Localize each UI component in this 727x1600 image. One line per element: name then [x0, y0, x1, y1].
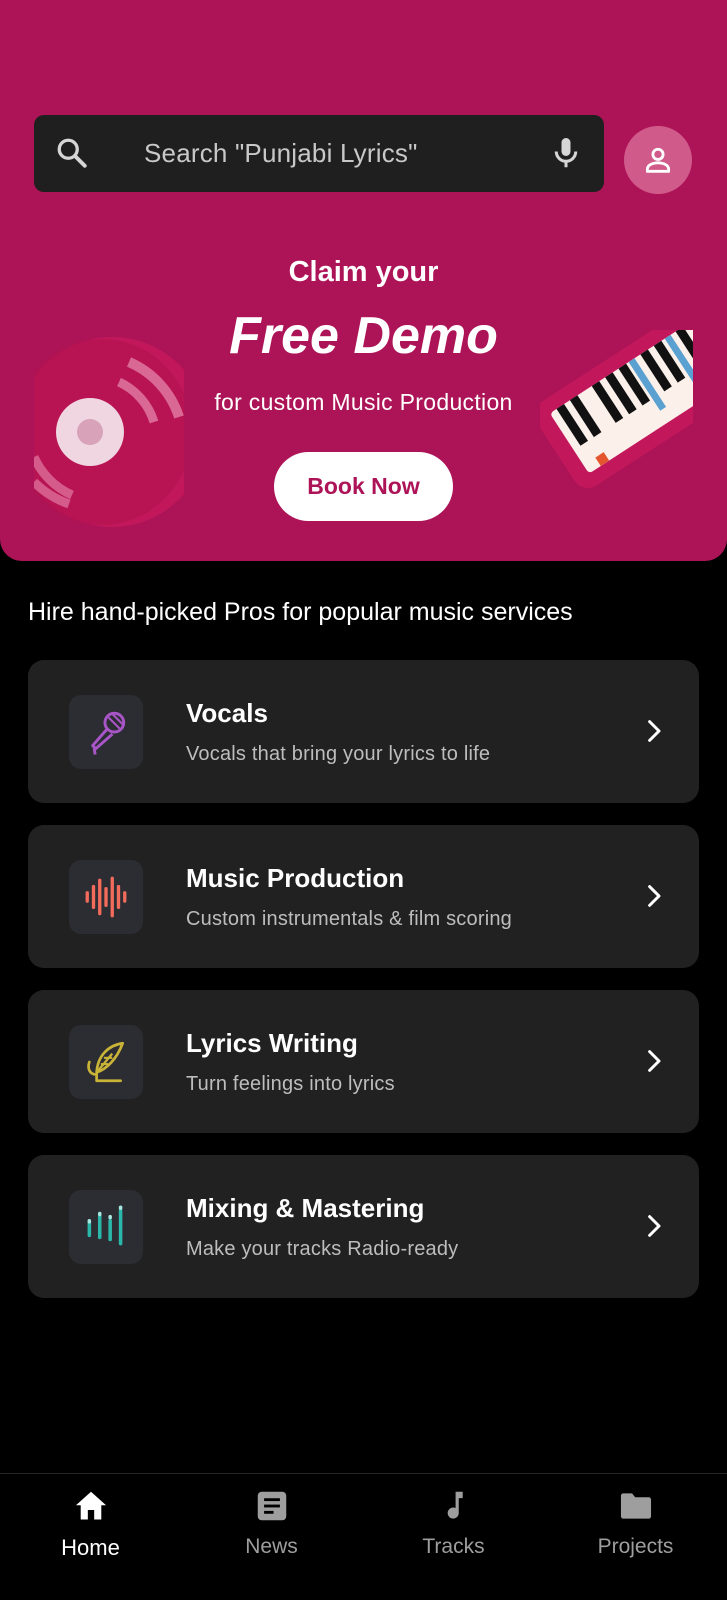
home-screen: Search "Punjabi Lyrics" Claim your Free …	[0, 0, 727, 1600]
service-title: Mixing & Mastering	[186, 1193, 425, 1223]
nav-label: Projects	[597, 1535, 674, 1558]
folder-icon	[620, 1493, 651, 1519]
section-title: Hire hand-picked Pros for popular music …	[28, 598, 573, 626]
nav-label: News	[245, 1535, 298, 1558]
chevron-right-icon	[648, 885, 661, 907]
quill-icon	[87, 1041, 125, 1083]
chevron-right-icon	[648, 1050, 661, 1072]
nav-label: Home	[61, 1535, 120, 1560]
service-card-lyrics-writing[interactable]: Lyrics Writing Turn feelings into lyrics	[28, 990, 699, 1133]
nav-item-news[interactable]: News	[181, 1474, 362, 1600]
nav-item-home[interactable]: Home	[0, 1474, 181, 1600]
service-icon-box	[69, 1190, 143, 1264]
bottom-navigation: Home News Tracks Projects	[0, 1473, 727, 1600]
home-icon	[75, 1491, 106, 1520]
service-title: Music Production	[186, 863, 405, 893]
search-bar[interactable]: Search "Punjabi Lyrics"	[34, 115, 604, 192]
hero-title: Free Demo	[229, 307, 498, 365]
service-icon-box	[69, 695, 143, 769]
news-icon	[257, 1491, 286, 1521]
service-subtitle: Vocals that bring your lyrics to life	[186, 743, 491, 765]
microphone-icon	[91, 711, 126, 755]
service-title: Vocals	[186, 698, 268, 728]
service-icon-box	[69, 1025, 143, 1099]
book-now-button[interactable]: Book Now	[274, 452, 453, 521]
chevron-right-icon	[648, 1215, 661, 1237]
search-input[interactable]: Search "Punjabi Lyrics"	[144, 115, 418, 192]
music-note-icon	[447, 1491, 463, 1519]
search-icon	[57, 138, 87, 168]
hero-banner: Search "Punjabi Lyrics" Claim your Free …	[0, 0, 727, 561]
hero-subtitle: for custom Music Production	[214, 389, 513, 415]
service-icon-box	[69, 860, 143, 934]
hero-eyebrow: Claim your	[288, 256, 439, 288]
service-title: Lyrics Writing	[186, 1028, 358, 1058]
service-subtitle: Turn feelings into lyrics	[186, 1073, 395, 1095]
profile-button[interactable]	[624, 126, 692, 194]
person-icon	[645, 147, 671, 173]
nav-label: Tracks	[422, 1535, 485, 1558]
service-card-mixing-mastering[interactable]: Mixing & Mastering Make your tracks Radi…	[28, 1155, 699, 1298]
mixer-icon	[87, 1205, 123, 1246]
service-subtitle: Make your tracks Radio-ready	[186, 1238, 459, 1260]
nav-item-projects[interactable]: Projects	[545, 1474, 726, 1600]
service-card-music-production[interactable]: Music Production Custom instrumentals & …	[28, 825, 699, 968]
nav-item-tracks[interactable]: Tracks	[363, 1474, 544, 1600]
chevron-right-icon	[648, 720, 661, 742]
service-subtitle: Custom instrumentals & film scoring	[186, 908, 512, 930]
waveform-icon	[85, 876, 127, 918]
service-card-vocals[interactable]: Vocals Vocals that bring your lyrics to …	[28, 660, 699, 803]
mic-icon[interactable]	[548, 135, 584, 171]
